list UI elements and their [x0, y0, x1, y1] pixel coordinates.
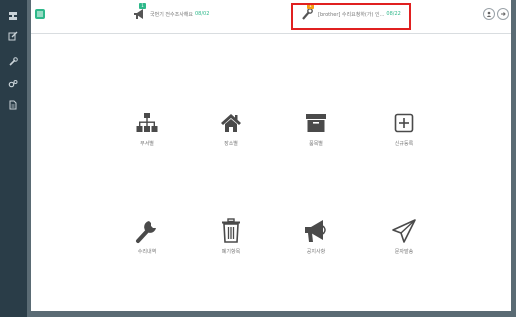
- tile-send-sms[interactable]: 문자발송: [364, 218, 444, 255]
- archive-box-icon: [276, 110, 356, 136]
- notice-text: 국번기 전수조사해요: [150, 11, 193, 18]
- tile-label: 공지사항: [306, 249, 326, 255]
- sidebar: [0, 0, 27, 317]
- trash-icon: [191, 218, 271, 244]
- wrench-icon: [107, 218, 187, 244]
- wrench-icon: [9, 57, 18, 66]
- tile-label: 수리내역: [137, 249, 157, 255]
- tile-by-department[interactable]: 부서별: [107, 110, 187, 147]
- sidebar-item-settings[interactable]: [6, 77, 20, 91]
- main-content: 1 국번기 전수조사해요 08/02 1 [brother] 수리요청하(가) …: [31, 0, 511, 311]
- edit-icon: [8, 31, 18, 41]
- tile-by-item[interactable]: 품목별: [276, 110, 356, 147]
- home-icon: [191, 110, 271, 136]
- tile-label: 폐기항목: [221, 249, 241, 255]
- tile-label: 신규등록: [394, 141, 414, 147]
- user-button[interactable]: [483, 8, 495, 20]
- bookmark-icon: [9, 12, 17, 20]
- sidebar-item-dashboard[interactable]: [6, 9, 20, 23]
- tile-label: 장소별: [224, 141, 238, 147]
- sidebar-item-documents[interactable]: [6, 98, 20, 112]
- tile-by-location[interactable]: 장소별: [191, 110, 271, 147]
- tile-label: 문자발송: [394, 249, 414, 255]
- user-icon: [486, 11, 492, 17]
- notice-announcement[interactable]: 1 국번기 전수조사해요 08/02: [133, 3, 210, 20]
- tile-disposal-items[interactable]: 폐기항목: [191, 218, 271, 255]
- sidebar-item-repair[interactable]: [6, 55, 20, 69]
- sidebar-item-edit[interactable]: [6, 29, 20, 43]
- notice-badge: 1: [139, 3, 146, 9]
- top-bar: 1 국번기 전수조사해요 08/02 1 [brother] 수리요청하(가) …: [31, 0, 511, 34]
- tile-announcements[interactable]: 공지사항: [276, 218, 356, 255]
- gears-icon: [8, 80, 18, 88]
- megaphone-icon: [276, 218, 356, 244]
- hamburger-icon: [37, 11, 43, 17]
- plus-square-icon: [364, 110, 444, 136]
- highlight-box: [291, 3, 411, 30]
- menu-button[interactable]: [35, 9, 45, 19]
- megaphone-icon: 1: [133, 3, 147, 20]
- main-frame: 1 국번기 전수조사해요 08/02 1 [brother] 수리요청하(가) …: [27, 0, 516, 317]
- paper-plane-icon: [364, 218, 444, 244]
- tile-label: 품목별: [309, 141, 323, 147]
- tile-new-registration[interactable]: 신규등록: [364, 110, 444, 147]
- tile-repair-history[interactable]: 수리내역: [107, 218, 187, 255]
- document-icon: [9, 100, 17, 110]
- logout-button[interactable]: [497, 8, 509, 20]
- tile-label: 부서별: [140, 141, 154, 147]
- org-chart-icon: [107, 110, 187, 136]
- notice-count: 08/02: [195, 11, 210, 17]
- logout-icon: [501, 12, 506, 16]
